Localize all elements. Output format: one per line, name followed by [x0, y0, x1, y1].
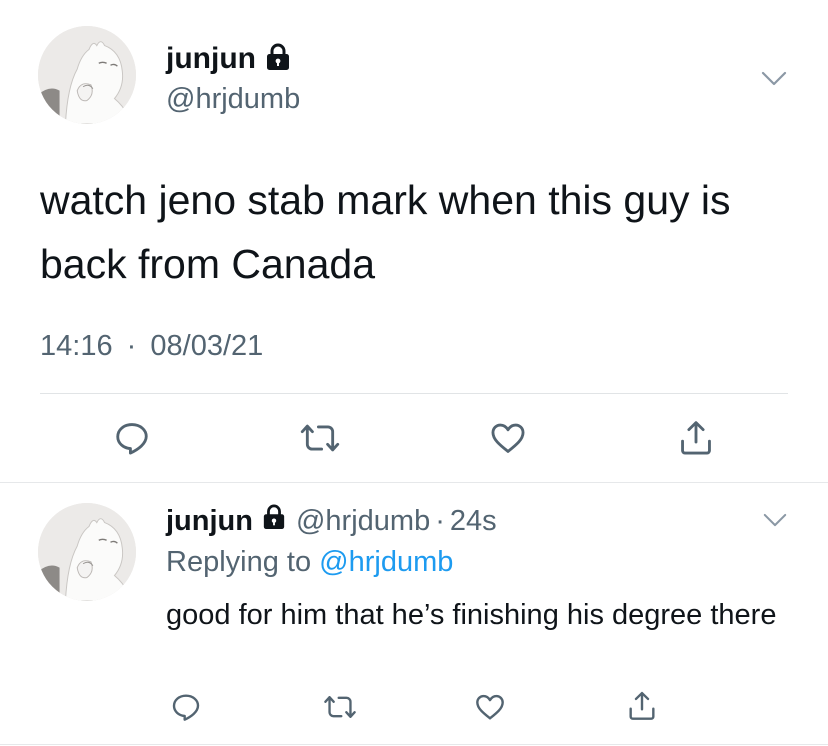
- section-divider: [0, 482, 828, 483]
- tweet-timestamp: 14:16 · 08/03/21: [40, 330, 263, 363]
- tweet-time[interactable]: 14:16: [40, 330, 113, 362]
- display-name[interactable]: junjun: [166, 42, 256, 76]
- tweet-age[interactable]: 24s: [450, 505, 497, 538]
- reply-button[interactable]: [108, 416, 156, 460]
- avatar[interactable]: [38, 26, 136, 124]
- share-icon: [629, 691, 655, 720]
- chevron-down-icon[interactable]: [762, 512, 788, 534]
- reply-icon: [172, 694, 200, 721]
- display-name[interactable]: junjun: [166, 505, 253, 538]
- replying-to-link[interactable]: @hrjdumb: [319, 546, 453, 579]
- retweet-button[interactable]: [296, 416, 344, 460]
- meta-separator: ·: [435, 504, 445, 537]
- handle[interactable]: @hrjdumb: [166, 83, 300, 116]
- retweet-button[interactable]: [320, 688, 360, 726]
- tweet-text: watch jeno stab mark when this guy is ba…: [40, 177, 731, 287]
- lock-icon: [262, 504, 286, 538]
- retweet-icon: [324, 696, 356, 718]
- retweet-icon: [300, 424, 340, 452]
- avatar[interactable]: [38, 503, 136, 601]
- heart-icon: [476, 694, 504, 720]
- lock-icon: [265, 43, 291, 76]
- tweet-date[interactable]: 08/03/21: [150, 330, 263, 362]
- divider: [40, 393, 788, 394]
- reply-icon: [116, 423, 148, 455]
- tweet-text: good for him that he’s finishing his deg…: [166, 599, 777, 631]
- bottom-divider: [0, 744, 828, 745]
- share-button[interactable]: [622, 686, 662, 726]
- replying-to: Replying to @hrjdumb: [166, 545, 453, 579]
- meta-separator: ·: [126, 330, 137, 362]
- replying-to-label: Replying to: [166, 545, 320, 578]
- chevron-down-icon[interactable]: [760, 70, 788, 93]
- share-button[interactable]: [672, 416, 720, 460]
- heart-icon: [491, 423, 525, 453]
- share-icon: [681, 421, 711, 455]
- handle[interactable]: @hrjdumb: [296, 505, 430, 538]
- moomin-avatar-image: [38, 26, 136, 124]
- moomin-avatar-image: [38, 503, 136, 601]
- reply-button[interactable]: [166, 688, 206, 726]
- like-button[interactable]: [470, 688, 510, 726]
- like-button[interactable]: [484, 416, 532, 460]
